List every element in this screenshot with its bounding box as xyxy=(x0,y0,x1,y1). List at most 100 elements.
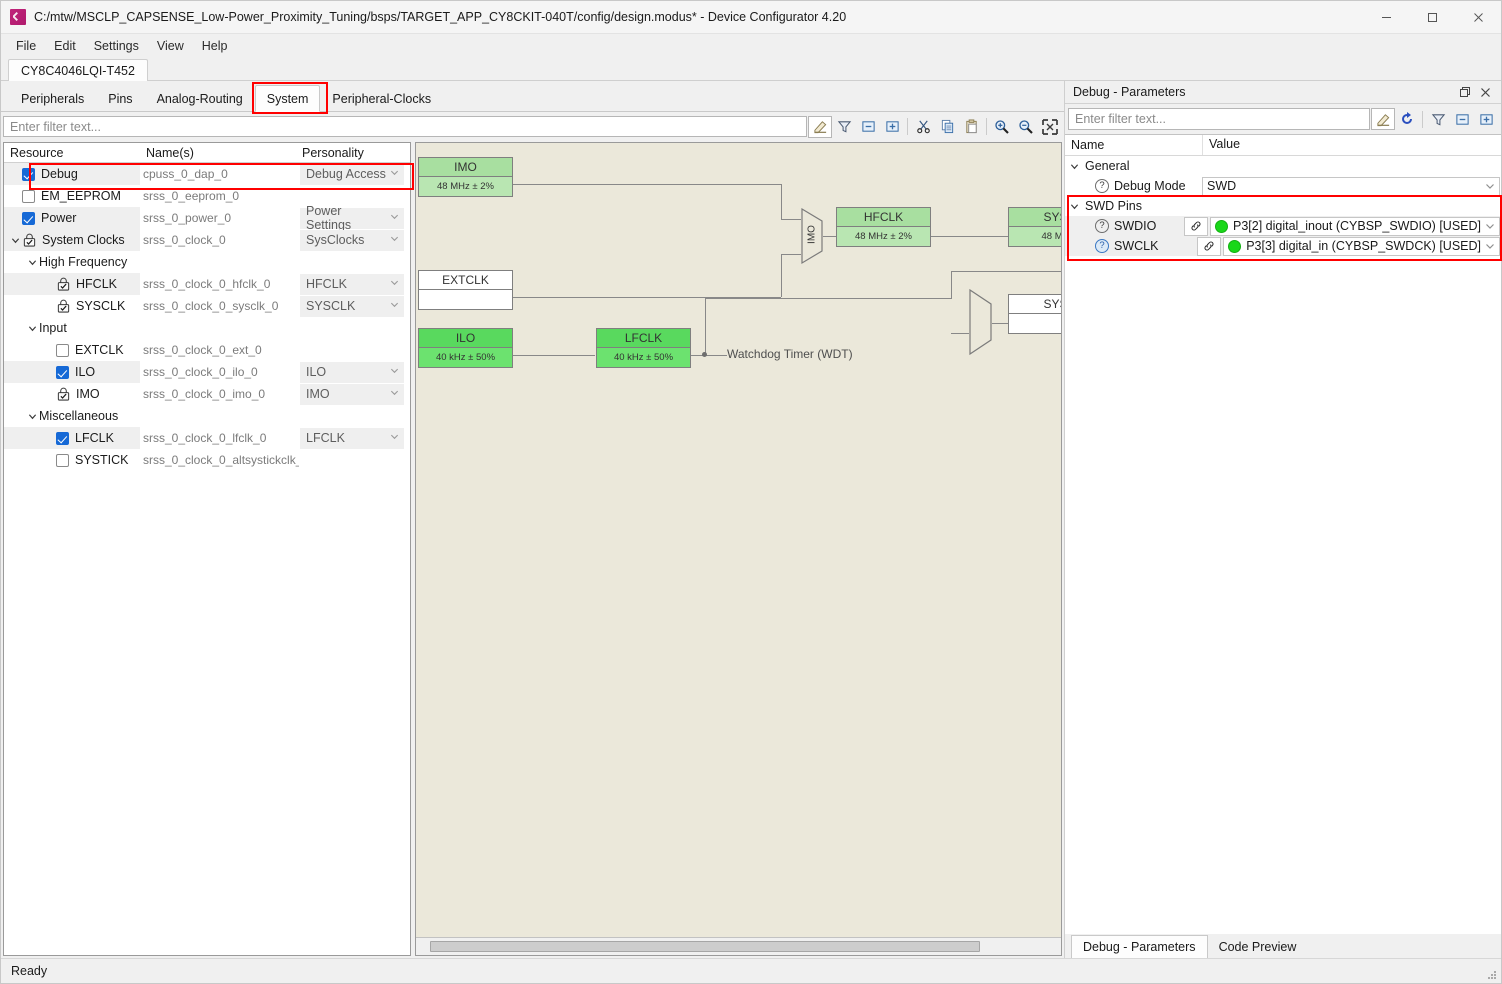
chevron-down-icon[interactable] xyxy=(1067,162,1081,171)
resource-row-debug[interactable]: Debug cpuss_0_dap_0 Debug Access xyxy=(4,163,410,185)
resource-row-system-clocks[interactable]: System Clocks srss_0_clock_0 SysClocks xyxy=(4,229,410,251)
parameter-value-dropdown[interactable]: SWD xyxy=(1202,176,1500,196)
chevron-down-icon[interactable] xyxy=(390,212,399,224)
resource-checkbox[interactable] xyxy=(56,431,69,445)
help-icon[interactable]: ? xyxy=(1095,239,1109,253)
personality-dropdown[interactable]: LFCLK xyxy=(300,427,404,449)
clock-block-imo[interactable]: IMO 48 MHz ± 2% xyxy=(418,157,513,197)
link-pin-icon[interactable] xyxy=(1183,216,1208,236)
resource-filter-input[interactable]: Enter filter text... xyxy=(3,116,807,137)
chevron-down-icon[interactable] xyxy=(390,234,399,246)
resource-row-high-frequency[interactable]: High Frequency xyxy=(4,251,410,273)
clock-mux-systick[interactable] xyxy=(969,288,993,358)
menu-view[interactable]: View xyxy=(148,36,193,56)
chevron-down-icon[interactable] xyxy=(1067,202,1081,211)
resource-checkbox[interactable] xyxy=(56,343,69,357)
link-pin-icon[interactable] xyxy=(1197,236,1222,256)
scrollbar-thumb[interactable] xyxy=(430,941,980,952)
chevron-down-icon[interactable] xyxy=(25,324,39,333)
chevron-down-icon[interactable] xyxy=(25,412,39,421)
resource-row-systick[interactable]: SYSTICK srss_0_clock_0_altsystickclk_0 xyxy=(4,449,410,471)
resource-row-hfclk[interactable]: HFCLK srss_0_clock_0_hfclk_0 HFCLK xyxy=(4,273,410,295)
tab-system[interactable]: System xyxy=(254,85,321,112)
chevron-down-icon[interactable] xyxy=(1485,241,1495,251)
parameter-row-debug-mode[interactable]: ? Debug Mode SWD xyxy=(1065,176,1501,196)
chevron-down-icon[interactable] xyxy=(1485,181,1495,191)
clear-filter-icon[interactable] xyxy=(808,115,832,138)
help-icon[interactable]: ? xyxy=(1095,179,1109,193)
resource-checkbox[interactable] xyxy=(56,365,69,379)
resource-row-power[interactable]: Power srss_0_power_0 Power Settings xyxy=(4,204,410,232)
resize-grip-icon[interactable] xyxy=(1485,968,1497,980)
chevron-down-icon[interactable] xyxy=(390,432,399,444)
collapse-all-icon[interactable] xyxy=(856,116,880,138)
resource-row-lfclk[interactable]: LFCLK srss_0_clock_0_lfclk_0 LFCLK xyxy=(4,427,410,449)
fit-to-window-icon[interactable] xyxy=(1038,116,1062,138)
parameter-group-general[interactable]: General xyxy=(1065,156,1501,176)
tab-pins[interactable]: Pins xyxy=(96,85,144,112)
cut-icon[interactable] xyxy=(911,116,935,138)
resource-row-imo[interactable]: IMO srss_0_clock_0_imo_0 IMO xyxy=(4,383,410,405)
resource-row-extclk[interactable]: EXTCLK srss_0_clock_0_ext_0 xyxy=(4,339,410,361)
expand-all-icon[interactable] xyxy=(880,116,904,138)
resource-row-input[interactable]: Input xyxy=(4,317,410,339)
chevron-down-icon[interactable] xyxy=(390,366,399,378)
collapse-all-icon[interactable] xyxy=(1450,108,1474,130)
close-button[interactable] xyxy=(1455,1,1501,33)
personality-dropdown[interactable]: Debug Access xyxy=(300,163,404,185)
parameter-row-swdio[interactable]: ? SWDIO P3[2] digital_inout (CYBSP_SWDIO) … xyxy=(1065,216,1501,236)
clock-block-systick[interactable]: SYS xyxy=(1008,294,1061,334)
personality-dropdown[interactable]: ILO xyxy=(300,361,404,383)
personality-dropdown[interactable]: HFCLK xyxy=(300,273,404,295)
chevron-down-icon[interactable] xyxy=(25,258,39,267)
personality-dropdown[interactable]: SYSCLK xyxy=(300,295,404,317)
document-tab-device[interactable]: CY8C4046LQI-T452 xyxy=(8,59,148,81)
parameter-filter-input[interactable]: Enter filter text... xyxy=(1068,108,1370,130)
maximize-button[interactable] xyxy=(1409,1,1455,33)
chevron-down-icon[interactable] xyxy=(390,278,399,290)
clock-block-extclk[interactable]: EXTCLK xyxy=(418,270,513,310)
chevron-down-icon[interactable] xyxy=(8,236,22,245)
menu-edit[interactable]: Edit xyxy=(45,36,85,56)
chevron-down-icon[interactable] xyxy=(390,300,399,312)
resource-checkbox[interactable] xyxy=(22,211,35,225)
clock-block-hfclk[interactable]: HFCLK 48 MHz ± 2% xyxy=(836,207,931,247)
bottom-tab-code-preview[interactable]: Code Preview xyxy=(1208,936,1308,958)
chevron-down-icon[interactable] xyxy=(390,168,399,180)
parameter-group-swd-pins[interactable]: SWD Pins xyxy=(1065,196,1501,216)
clock-block-ilo[interactable]: ILO 40 kHz ± 50% xyxy=(418,328,513,368)
bottom-tab-debug-parameters[interactable]: Debug - Parameters xyxy=(1071,935,1208,958)
resource-checkbox[interactable] xyxy=(22,167,35,181)
personality-dropdown[interactable]: Power Settings xyxy=(300,204,404,232)
parameter-value-dropdown[interactable]: P3[3] digital_in (CYBSP_SWDCK) [USED] xyxy=(1223,236,1500,256)
help-icon[interactable]: ? xyxy=(1095,219,1109,233)
zoom-in-icon[interactable] xyxy=(990,116,1014,138)
resource-row-miscellaneous[interactable]: Miscellaneous xyxy=(4,405,410,427)
tab-analog-routing[interactable]: Analog-Routing xyxy=(145,85,255,112)
clear-filter-icon[interactable] xyxy=(1371,108,1395,130)
zoom-out-icon[interactable] xyxy=(1014,116,1038,138)
minimize-button[interactable] xyxy=(1363,1,1409,33)
tab-peripheral-clocks[interactable]: Peripheral-Clocks xyxy=(320,85,443,112)
menu-file[interactable]: File xyxy=(7,36,45,56)
chevron-down-icon[interactable] xyxy=(1485,221,1495,231)
menu-settings[interactable]: Settings xyxy=(85,36,148,56)
clock-block-lfclk[interactable]: LFCLK 40 kHz ± 50% xyxy=(596,328,691,368)
resource-checkbox[interactable] xyxy=(56,453,69,467)
paste-icon[interactable] xyxy=(959,116,983,138)
copy-icon[interactable] xyxy=(935,116,959,138)
expand-all-icon[interactable] xyxy=(1474,108,1498,130)
chevron-down-icon[interactable] xyxy=(390,388,399,400)
resource-row-ilo[interactable]: ILO srss_0_clock_0_ilo_0 ILO xyxy=(4,361,410,383)
filter-icon[interactable] xyxy=(832,116,856,138)
restore-panel-icon[interactable] xyxy=(1455,82,1475,102)
close-panel-icon[interactable] xyxy=(1475,82,1495,102)
diagram-horizontal-scrollbar[interactable] xyxy=(416,937,1061,955)
resource-checkbox[interactable] xyxy=(22,189,35,203)
personality-dropdown[interactable]: IMO xyxy=(300,383,404,405)
clock-block-sysclk[interactable]: SYS48 MH xyxy=(1008,207,1061,247)
clock-diagram-canvas[interactable]: IMO48 MHz ± 2% HFCLK48 MHz ± 2% SYS48 MH EX… xyxy=(416,143,1061,937)
tab-peripherals[interactable]: Peripherals xyxy=(9,85,96,112)
refresh-icon[interactable] xyxy=(1395,108,1419,130)
parameter-row-swclk[interactable]: ? SWCLK P3[3] digital_in (CYBSP_SWDCK) [US… xyxy=(1065,236,1501,256)
